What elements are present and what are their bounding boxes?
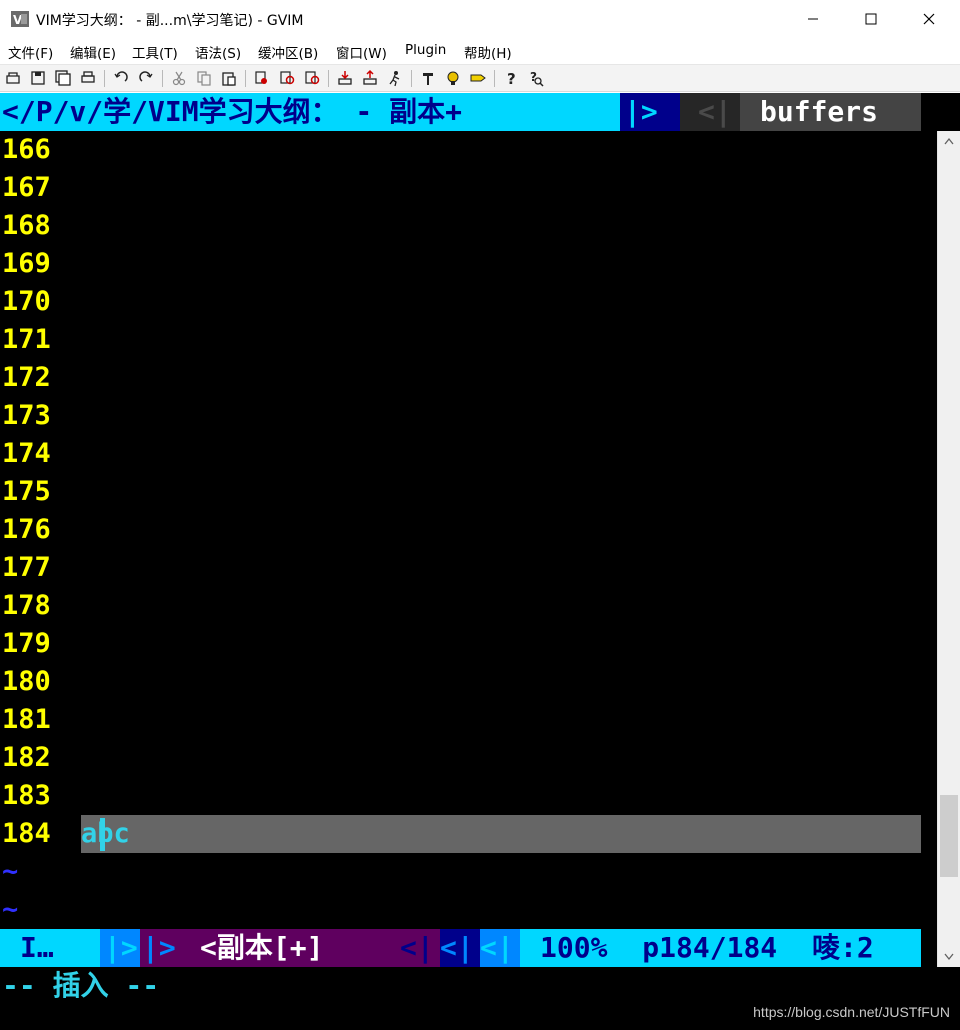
line-number: 181 xyxy=(2,704,51,735)
line-number: 173 xyxy=(2,400,51,431)
help-icon[interactable]: ? xyxy=(502,69,520,87)
status-filename: <副本[+] xyxy=(180,929,400,967)
text-cursor xyxy=(100,818,105,851)
menu-buffers[interactable]: 缓冲区(B) xyxy=(258,42,318,62)
line-number: 175 xyxy=(2,476,51,507)
paste-icon[interactable] xyxy=(220,69,238,87)
toolbar-separator xyxy=(494,70,495,87)
line-number: 183 xyxy=(2,780,51,811)
load-session-icon[interactable] xyxy=(336,69,354,87)
cursor-line-highlight xyxy=(81,815,921,853)
line-number: 166 xyxy=(2,134,51,165)
current-line-text[interactable]: abc xyxy=(81,815,130,853)
toolbar-separator xyxy=(411,70,412,87)
line-number: 182 xyxy=(2,742,51,773)
save-icon[interactable] xyxy=(29,69,47,87)
command-line-mode: -- 插入 -- xyxy=(2,969,160,1002)
tabline-right-filler xyxy=(921,93,960,131)
save-all-icon[interactable] xyxy=(54,69,72,87)
window-title: VIM学习大纲： - 副...m\学习笔记) - GVIM xyxy=(36,13,304,29)
line-number: 168 xyxy=(2,210,51,241)
open-icon[interactable] xyxy=(4,69,22,87)
print-icon[interactable] xyxy=(79,69,97,87)
tabline-separator-right: |> xyxy=(620,93,680,131)
buffers-label[interactable]: buffers xyxy=(740,93,921,131)
status-separator: <| xyxy=(440,929,480,967)
line-number: 176 xyxy=(2,514,51,545)
menu-syntax[interactable]: 语法(S) xyxy=(195,42,241,62)
gvim-app-icon[interactable]: V xyxy=(10,9,30,29)
line-number: 178 xyxy=(2,590,51,621)
close-button[interactable] xyxy=(900,0,958,38)
editor-area[interactable]: </P/v/学/VIM学习大纲： - 副本+ |> <| buffers 166… xyxy=(0,93,937,1030)
tab-current-path[interactable]: </P/v/学/VIM学习大纲： - 副本+ xyxy=(0,93,620,131)
editor-right-filler xyxy=(937,967,960,1030)
empty-line-tilde: ~ xyxy=(2,894,19,925)
status-separator: |> xyxy=(100,929,140,967)
scroll-thumb[interactable] xyxy=(940,795,958,877)
undo-icon[interactable] xyxy=(112,69,130,87)
make-icon[interactable] xyxy=(419,69,437,87)
minimize-button[interactable] xyxy=(784,0,842,38)
status-mode: I… xyxy=(0,929,100,967)
close-icon xyxy=(923,13,935,25)
run-ctags-icon[interactable] xyxy=(444,69,462,87)
save-session-icon[interactable] xyxy=(361,69,379,87)
toolbar-separator xyxy=(245,70,246,87)
menu-window[interactable]: 窗口(W) xyxy=(336,42,387,62)
line-number: 174 xyxy=(2,438,51,469)
line-number: 177 xyxy=(2,552,51,583)
svg-text:?: ? xyxy=(530,70,537,84)
menu-plugin[interactable]: Plugin xyxy=(405,42,446,58)
line-number: 179 xyxy=(2,628,51,659)
scroll-up-button[interactable] xyxy=(938,131,960,151)
chevron-down-icon xyxy=(944,953,954,961)
redo-icon[interactable] xyxy=(137,69,155,87)
replace-icon[interactable] xyxy=(253,69,271,87)
line-number: 172 xyxy=(2,362,51,393)
toolbar: ? ? xyxy=(0,64,960,92)
menu-tools[interactable]: 工具(T) xyxy=(132,42,178,62)
status-separator: |> xyxy=(140,929,180,967)
tag-jump-icon[interactable] xyxy=(469,69,487,87)
line-number: 167 xyxy=(2,172,51,203)
title-bar: V VIM学习大纲： - 副...m\学习笔记) - GVIM xyxy=(0,0,960,38)
menu-edit[interactable]: 编辑(E) xyxy=(70,42,116,62)
menu-bar: 文件(F) 编辑(E) 工具(T) 语法(S) 缓冲区(B) 窗口(W) Plu… xyxy=(0,38,960,64)
copy-icon[interactable] xyxy=(195,69,213,87)
maximize-icon xyxy=(865,13,877,25)
svg-text:?: ? xyxy=(507,70,516,87)
find-prev-icon[interactable] xyxy=(303,69,321,87)
tabline: </P/v/学/VIM学习大纲： - 副本+ |> <| buffers xyxy=(0,93,921,131)
toolbar-separator xyxy=(104,70,105,87)
scroll-down-button[interactable] xyxy=(938,947,960,967)
maximize-button[interactable] xyxy=(842,0,900,38)
status-column: 㖫:2 xyxy=(812,931,874,964)
status-separator: <| xyxy=(400,929,440,967)
line-number: 171 xyxy=(2,324,51,355)
status-percent: 100% xyxy=(540,931,608,964)
cut-icon[interactable] xyxy=(170,69,188,87)
line-number: 169 xyxy=(2,248,51,279)
empty-line-tilde: ~ xyxy=(2,856,19,887)
find-help-icon[interactable]: ? xyxy=(527,69,545,87)
tabline-separator-left: <| xyxy=(680,93,740,131)
run-script-icon[interactable] xyxy=(386,69,404,87)
status-position: p184/184 xyxy=(642,931,778,964)
vertical-scrollbar[interactable] xyxy=(937,131,960,967)
statusline: I… |> |> <副本[+] <| <| <| 100% p184/184 㖫… xyxy=(0,929,921,967)
menu-file[interactable]: 文件(F) xyxy=(8,42,53,62)
menu-help[interactable]: 帮助(H) xyxy=(464,42,512,62)
status-separator: <| xyxy=(480,929,520,967)
line-number: 184 xyxy=(2,818,51,849)
find-next-icon[interactable] xyxy=(278,69,296,87)
watermark: https://blog.csdn.net/JUSTfFUN xyxy=(753,1004,950,1020)
line-number: 170 xyxy=(2,286,51,317)
toolbar-separator xyxy=(328,70,329,87)
line-number: 180 xyxy=(2,666,51,697)
minimize-icon xyxy=(808,18,818,20)
toolbar-separator xyxy=(162,70,163,87)
chevron-up-icon xyxy=(944,137,954,145)
status-right: 100% p184/184 㖫:2 xyxy=(520,929,921,967)
